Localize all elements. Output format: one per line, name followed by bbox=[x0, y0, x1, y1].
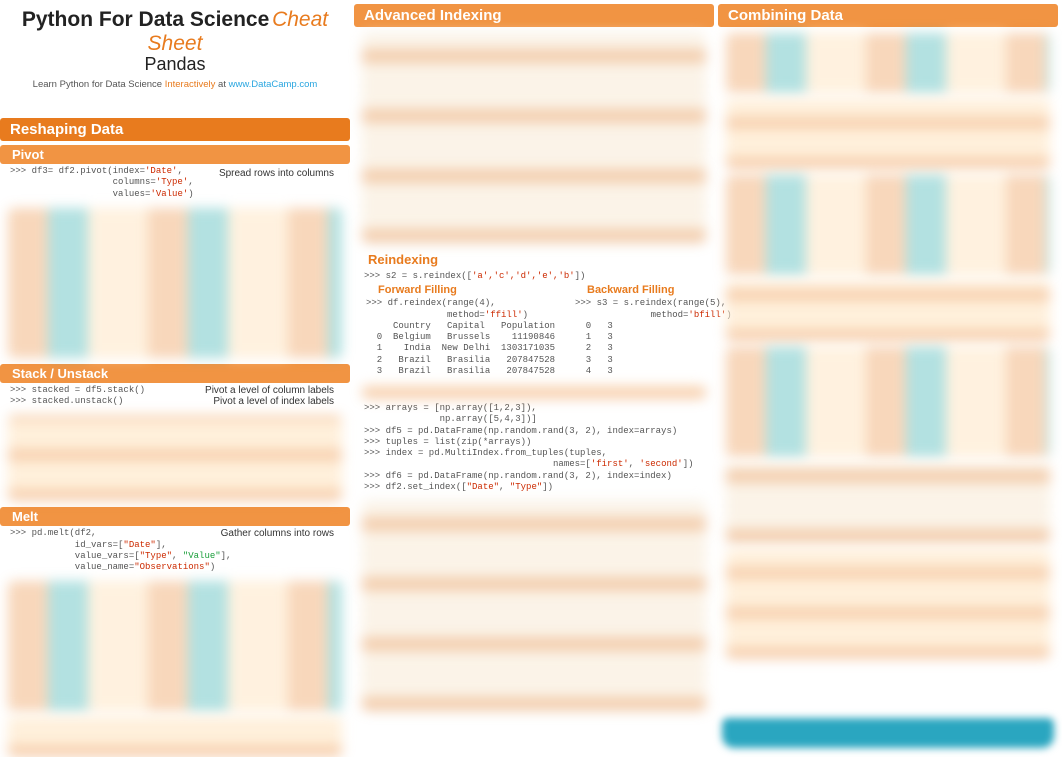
melt-comment: Gather columns into rows bbox=[221, 528, 334, 539]
reindex-code: >>> s2 = s.reindex(['a','c','d','e','b']… bbox=[354, 269, 714, 284]
section-melt: Melt bbox=[0, 507, 350, 526]
section-combining: Combining Data bbox=[718, 4, 1058, 27]
blur-diagram bbox=[8, 717, 342, 757]
blur-code bbox=[362, 33, 706, 243]
bfill-code: >>> s3 = s.reindex(range(5), method='bfi… bbox=[573, 296, 727, 379]
blur-code bbox=[362, 501, 706, 711]
multiindex-code: >>> arrays = [np.array([1,2,3]), np.arra… bbox=[354, 401, 714, 495]
blur-diagram bbox=[8, 415, 342, 501]
section-reshaping: Reshaping Data bbox=[0, 118, 350, 141]
blur-diagram bbox=[8, 581, 342, 711]
blur-diagram bbox=[726, 347, 1050, 457]
pivot-comment: Spread rows into columns bbox=[219, 168, 334, 179]
stack-comment1: Pivot a level of column labels bbox=[205, 385, 334, 396]
stack-comment2: Pivot a level of index labels bbox=[213, 396, 334, 407]
blur-diagram bbox=[8, 208, 342, 358]
blur-diagram bbox=[726, 281, 1050, 341]
learn-line: Learn Python for Data Science Interactiv… bbox=[12, 79, 338, 90]
blur-diagram bbox=[726, 99, 1050, 169]
footer-bar bbox=[722, 718, 1054, 748]
section-pivot: Pivot bbox=[0, 145, 350, 164]
heading-forward-fill: Forward Filling bbox=[364, 284, 457, 296]
blur-bar bbox=[362, 385, 706, 399]
heading-reindexing: Reindexing bbox=[354, 249, 714, 269]
section-adv-indexing: Advanced Indexing bbox=[354, 4, 714, 27]
blur-code bbox=[726, 463, 1050, 543]
blur-diagram bbox=[726, 33, 1050, 93]
blur-diagram bbox=[726, 175, 1050, 275]
heading-backward-fill: Backward Filling bbox=[573, 284, 674, 296]
ffill-code: >>> df.reindex(range(4), method='ffill')… bbox=[364, 296, 553, 379]
title-subtitle: Pandas bbox=[12, 54, 338, 75]
section-stack: Stack / Unstack bbox=[0, 364, 350, 383]
title-main: Python For Data Science bbox=[22, 8, 269, 31]
blur-diagram bbox=[726, 549, 1050, 659]
